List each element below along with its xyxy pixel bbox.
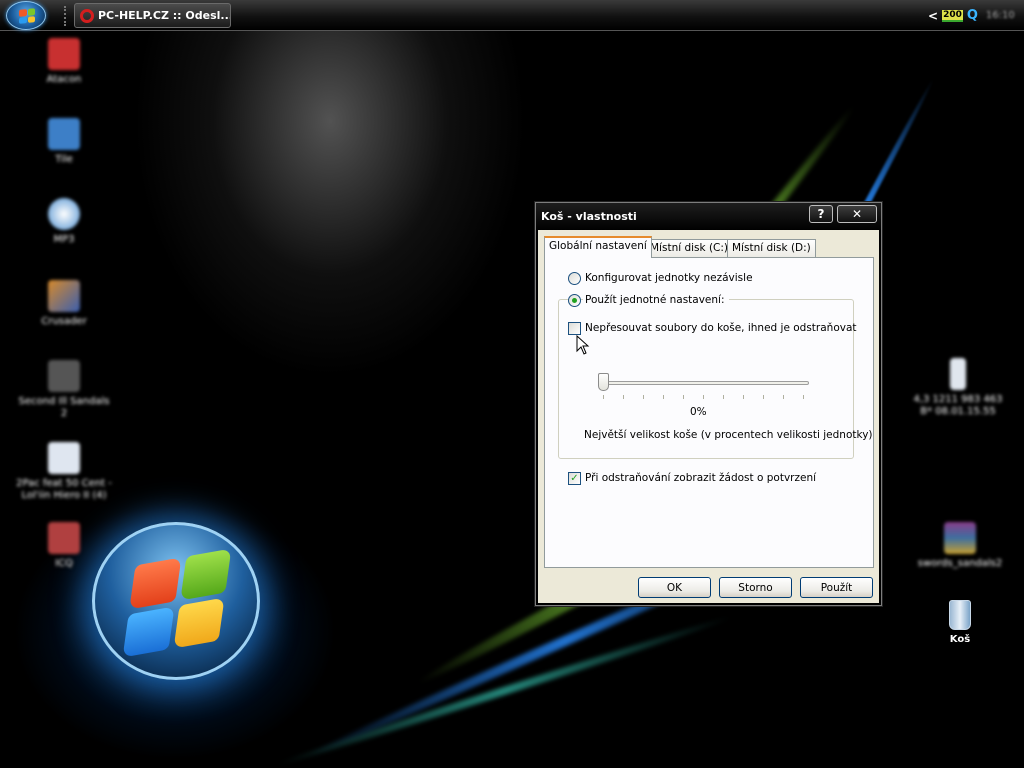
slider-value-label: 0% — [690, 406, 707, 418]
slider-tick — [643, 395, 644, 399]
opera-icon — [80, 8, 94, 23]
tray-status-badge[interactable]: 200 — [942, 9, 963, 22]
desktop-icon-label: 2Pac feat 50 Cent - Lol'iin Hiero II (4) — [16, 478, 112, 501]
mp3-icon — [48, 198, 80, 230]
desktop-icon-sandals[interactable]: Second Ill Sandals 2 — [14, 360, 114, 420]
windows-start-icon — [19, 8, 35, 24]
windows-flag-icon — [122, 548, 232, 658]
desktop-icon-mp3[interactable]: MP3 — [14, 198, 114, 246]
radio-use-uniform-settings[interactable] — [568, 294, 581, 307]
crusader-icon — [48, 280, 80, 312]
phone-icon — [950, 358, 966, 390]
tray-expand-icon[interactable]: < — [928, 9, 938, 23]
slider-tick — [683, 395, 684, 399]
recycle-bin-properties-dialog: Koš - vlastnosti ? ✕ Globální nastavení … — [535, 202, 882, 606]
dialog-body: Globální nastavení Místní disk (C:) Míst… — [538, 230, 879, 603]
taskbar-button-label: PC-HELP.CZ :: Odesl... — [98, 9, 231, 22]
slider-tick — [743, 395, 744, 399]
dialog-title: Koš - vlastnosti — [541, 210, 637, 223]
atacon-icon — [48, 38, 80, 70]
clock[interactable]: 16:10 — [986, 10, 1015, 21]
recycle-bin-size-slider[interactable] — [603, 381, 809, 385]
checkbox-confirm-delete[interactable]: ✓ — [568, 472, 581, 485]
slider-tick — [663, 395, 664, 399]
slider-tick — [623, 395, 624, 399]
clapperboard-icon — [48, 360, 80, 392]
taskbar-button-opera[interactable]: PC-HELP.CZ :: Odesl... — [74, 3, 231, 28]
help-button[interactable]: ? — [809, 205, 833, 223]
desktop-icon-label: Koš — [949, 634, 971, 645]
slider-thumb[interactable] — [598, 373, 609, 391]
quicktime-icon[interactable]: Q — [967, 8, 978, 23]
windows-logo-orb — [92, 522, 260, 680]
slider-tick — [763, 395, 764, 399]
desktop-icon-swords-sandals[interactable]: swords_sandals2 — [910, 522, 1010, 570]
document-icon — [48, 442, 80, 474]
desktop-icon-label: ICQ — [55, 558, 73, 569]
desktop-icon-label: Tile — [55, 154, 73, 165]
desktop-icon-crusader[interactable]: Crusader — [14, 280, 114, 328]
winrar-icon — [944, 522, 976, 554]
slider-tick — [783, 395, 784, 399]
apply-button[interactable]: Použít — [800, 577, 873, 598]
system-tray: < 200 Q 16:10 — [924, 3, 1024, 28]
mouse-cursor-icon — [576, 335, 590, 355]
desktop-icon-icq[interactable]: ICQ — [14, 522, 114, 570]
desktop-icon-label: swords_sandals2 — [917, 558, 1003, 569]
slider-caption: Největší velikost koše (v procentech vel… — [584, 429, 873, 441]
desktop-icon-recycle-bin[interactable]: Koš — [910, 600, 1010, 646]
cancel-button[interactable]: Storno — [719, 577, 792, 598]
close-button[interactable]: ✕ — [837, 205, 877, 223]
recycle-bin-icon — [949, 600, 971, 630]
checkbox-confirm-delete-label[interactable]: Při odstraňování zobrazit žádost o potvr… — [585, 472, 816, 484]
tab-panel: Konfigurovat jednotky nezávisle Použít j… — [544, 257, 874, 568]
desktop-icon-2pac[interactable]: 2Pac feat 50 Cent - Lol'iin Hiero II (4) — [14, 442, 114, 502]
checkbox-delete-immediately[interactable] — [568, 322, 581, 335]
checkbox-delete-immediately-label[interactable]: Nepřesouvat soubory do koše, ihned je od… — [585, 322, 857, 334]
icq-icon — [48, 522, 80, 554]
taskbar-grip[interactable] — [64, 6, 68, 26]
desktop-icon-label: MP3 — [53, 234, 75, 245]
slider-tick — [603, 395, 604, 399]
desktop-icon-label: Atacon — [46, 74, 82, 85]
slider-tick — [803, 395, 804, 399]
desktop-icon-tile[interactable]: Tile — [14, 118, 114, 166]
tab-global-settings[interactable]: Globální nastavení — [544, 236, 652, 258]
start-button[interactable] — [6, 1, 46, 30]
tab-local-disk-d[interactable]: Místní disk (D:) — [727, 239, 816, 257]
taskbar: PC-HELP.CZ :: Odesl... < 200 Q 16:10 — [0, 0, 1024, 31]
desktop-icon-label: Crusader — [41, 316, 87, 327]
radio-configure-independently[interactable] — [568, 272, 581, 285]
desktop-icon-atacon[interactable]: Atacon — [14, 38, 114, 86]
slider-tick — [703, 395, 704, 399]
radio-configure-independently-label[interactable]: Konfigurovat jednotky nezávisle — [585, 272, 753, 284]
desktop-icon-label: 4,3 1211 983 463 B* 08.01.15.55 — [913, 394, 1003, 417]
tile-icon — [48, 118, 80, 150]
desktop-icon-label: Second Ill Sandals 2 — [18, 396, 110, 419]
ok-button[interactable]: OK — [638, 577, 711, 598]
slider-tick — [723, 395, 724, 399]
tab-local-disk-c[interactable]: Místní disk (C:) — [645, 239, 734, 257]
desktop-icon-phone[interactable]: 4,3 1211 983 463 B* 08.01.15.55 — [908, 358, 1008, 418]
radio-use-uniform-settings-label[interactable]: Použít jednotné nastavení: — [583, 294, 729, 306]
